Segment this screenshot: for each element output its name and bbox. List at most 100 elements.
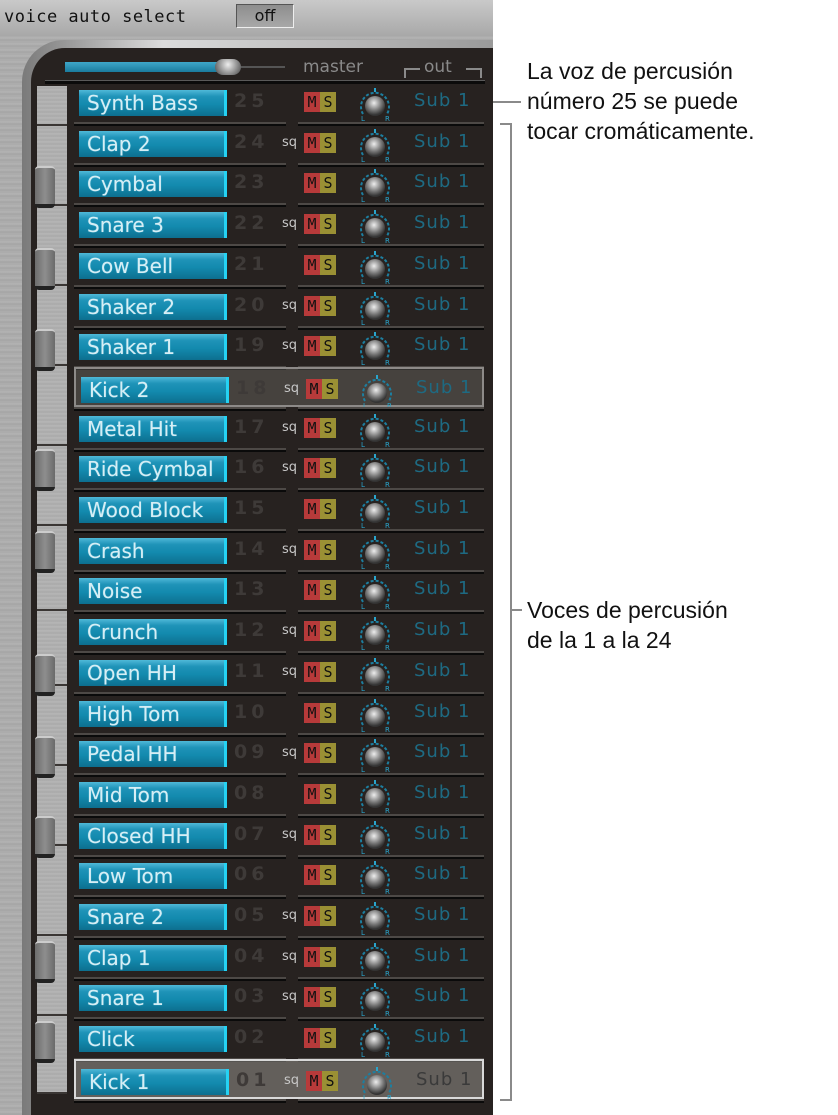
voice-row[interactable]: Open HH 11 sq M S L R Sub 1	[74, 652, 484, 692]
voice-name-field[interactable]: Cow Bell	[79, 252, 227, 279]
voice-name-field[interactable]: Ride Cymbal	[79, 456, 227, 483]
black-key[interactable]	[35, 329, 55, 371]
mute-button[interactable]: M	[304, 906, 320, 926]
voice-name-field[interactable]: Snare 2	[79, 904, 227, 930]
voice-row[interactable]: Noise 13 M S L R Sub 1	[74, 570, 484, 610]
black-key[interactable]	[35, 941, 55, 983]
voice-name-field[interactable]: Click	[79, 1026, 227, 1053]
voice-row[interactable]: Cymbal 23 M S L R Sub 1	[74, 163, 484, 203]
solo-button[interactable]: S	[320, 1028, 336, 1049]
output-selector[interactable]: Sub 1	[414, 660, 470, 681]
voice-row[interactable]: Low Tom 06 M S L R Sub 1	[74, 855, 484, 895]
mute-button[interactable]: M	[304, 661, 320, 682]
mute-button[interactable]: M	[304, 214, 320, 235]
solo-button[interactable]: S	[320, 865, 336, 886]
voice-row[interactable]: Wood Block 15 M S L R Sub 1	[74, 489, 484, 529]
voice-name-field[interactable]: Kick 2	[81, 376, 229, 403]
solo-button[interactable]: S	[320, 92, 336, 112]
pan-knob[interactable]: L R	[357, 330, 393, 366]
output-selector[interactable]: Sub 1	[414, 456, 470, 477]
mute-button[interactable]: M	[304, 621, 320, 642]
solo-button[interactable]: S	[320, 661, 336, 682]
solo-button[interactable]: S	[320, 458, 336, 479]
black-key[interactable]	[35, 736, 55, 778]
voice-name-field[interactable]: Crunch	[79, 619, 227, 646]
voice-row[interactable]: Synth Bass 25 M S L R Sub 1	[74, 82, 484, 122]
voice-row[interactable]: Clap 2 24 sq M S L R Sub 1	[74, 123, 484, 163]
solo-button[interactable]: S	[320, 417, 336, 438]
pan-knob[interactable]: L R	[357, 819, 393, 855]
pan-knob[interactable]: L R	[357, 167, 393, 203]
voice-name-field[interactable]: Clap 2	[79, 130, 227, 157]
output-selector[interactable]: Sub 1	[414, 538, 470, 559]
voice-row[interactable]: Snare 3 22 sq M S L R Sub 1	[74, 204, 484, 244]
output-selector[interactable]: Sub 1	[414, 904, 470, 925]
pan-knob[interactable]: L R	[357, 859, 393, 895]
mute-button[interactable]: M	[304, 499, 320, 519]
white-key[interactable]	[37, 366, 67, 446]
mute-button[interactable]: M	[304, 865, 320, 886]
solo-button[interactable]: S	[320, 539, 336, 560]
output-selector[interactable]: Sub 1	[414, 701, 470, 722]
mute-button[interactable]: M	[304, 254, 320, 275]
output-selector[interactable]: Sub 1	[414, 741, 470, 762]
voice-auto-select-toggle[interactable]: off	[236, 4, 294, 28]
pan-knob[interactable]: L R	[357, 900, 393, 936]
pan-knob[interactable]: L R	[357, 574, 393, 610]
output-selector[interactable]: Sub 1	[416, 377, 472, 398]
output-selector[interactable]: Sub 1	[414, 131, 470, 152]
solo-button[interactable]: S	[320, 173, 336, 194]
black-key[interactable]	[35, 449, 55, 491]
voice-row[interactable]: High Tom 10 M S L R Sub 1	[74, 693, 484, 733]
mute-button[interactable]: M	[304, 132, 320, 153]
white-key[interactable]	[37, 86, 67, 126]
output-selector[interactable]: Sub 1	[414, 497, 470, 518]
pan-knob[interactable]: L R	[357, 656, 393, 692]
output-selector[interactable]: Sub 1	[414, 171, 470, 192]
voice-name-field[interactable]: Metal Hit	[79, 415, 227, 442]
voice-row[interactable]: Crash 14 sq M S L R Sub 1	[74, 530, 484, 570]
pan-knob[interactable]: L R	[357, 127, 393, 163]
output-selector[interactable]: Sub 1	[414, 90, 470, 111]
voice-name-field[interactable]: Snare 3	[79, 212, 227, 239]
mute-button[interactable]: M	[306, 1070, 322, 1091]
solo-button[interactable]: S	[320, 906, 336, 926]
output-selector[interactable]: Sub 1	[414, 823, 470, 844]
voice-row[interactable]: Snare 2 05 sq M S L R Sub 1	[74, 896, 484, 936]
pan-knob[interactable]: L R	[357, 452, 393, 488]
pan-knob[interactable]: L R	[357, 290, 393, 326]
solo-button[interactable]: S	[320, 987, 336, 1008]
solo-button[interactable]: S	[322, 1070, 338, 1091]
mute-button[interactable]: M	[304, 295, 320, 316]
solo-button[interactable]: S	[320, 946, 336, 967]
mute-button[interactable]: M	[304, 173, 320, 194]
solo-button[interactable]: S	[320, 214, 336, 235]
solo-button[interactable]: S	[320, 132, 336, 153]
output-selector[interactable]: Sub 1	[414, 782, 470, 803]
voice-row[interactable]: Kick 2 18 sq M S L R Sub 1	[74, 366, 484, 409]
voice-row[interactable]: Clap 1 04 sq M S L R Sub 1	[74, 937, 484, 977]
voice-row[interactable]: Shaker 2 20 sq M S L R Sub 1	[74, 286, 484, 326]
master-volume-slider[interactable]	[65, 59, 285, 75]
pan-knob[interactable]: L R	[357, 737, 393, 773]
output-selector[interactable]: Sub 1	[414, 294, 470, 315]
mute-button[interactable]: M	[304, 824, 320, 845]
voice-name-field[interactable]: High Tom	[79, 700, 227, 727]
solo-button[interactable]: S	[320, 499, 336, 519]
voice-row[interactable]: Ride Cymbal 16 sq M S L R Sub 1	[74, 448, 484, 488]
solo-button[interactable]: S	[320, 580, 336, 601]
mute-button[interactable]: M	[304, 336, 320, 357]
black-key[interactable]	[35, 531, 55, 573]
black-key[interactable]	[35, 1021, 55, 1063]
output-selector[interactable]: Sub 1	[414, 863, 470, 884]
output-selector[interactable]: Sub 1	[414, 253, 470, 274]
solo-button[interactable]: S	[320, 824, 336, 845]
mute-button[interactable]: M	[304, 458, 320, 479]
voice-name-field[interactable]: Open HH	[79, 659, 227, 686]
output-selector[interactable]: Sub 1	[414, 416, 470, 437]
mute-button[interactable]: M	[304, 702, 320, 723]
black-key[interactable]	[35, 248, 55, 290]
voice-name-field[interactable]: Synth Bass	[79, 90, 227, 116]
solo-button[interactable]: S	[322, 378, 338, 399]
voice-row[interactable]: Shaker 1 19 sq M S L R Sub 1	[74, 326, 484, 366]
